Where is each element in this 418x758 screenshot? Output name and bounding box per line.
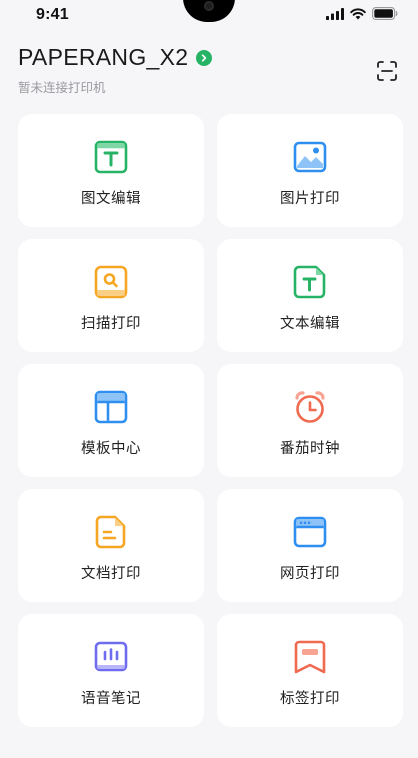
feature-label: 文档打印 — [81, 566, 141, 582]
status-time: 9:41 — [36, 6, 69, 23]
device-name[interactable]: PAPERANG_X2 — [18, 44, 188, 71]
feature-card-voice-note[interactable]: 语音笔记 — [18, 614, 204, 727]
scan-search-icon — [93, 264, 129, 300]
text-document-icon — [292, 264, 328, 300]
feature-label: 图片打印 — [280, 191, 340, 207]
voice-note-icon — [93, 639, 129, 675]
scan-button[interactable] — [374, 58, 400, 84]
feature-card-scan-print[interactable]: 扫描打印 — [18, 239, 204, 352]
cellular-signal-icon — [326, 5, 344, 24]
feature-grid: 图文编辑 图片打印 扫描打印 文本编辑 模板中心 番茄时钟 文档打印 网页打印 … — [18, 114, 404, 727]
feature-label: 扫描打印 — [81, 316, 141, 332]
feature-card-pomodoro-clock[interactable]: 番茄时钟 — [217, 364, 403, 477]
feature-card-label-print[interactable]: 标签打印 — [217, 614, 403, 727]
camera-icon — [204, 1, 214, 11]
battery-icon — [372, 5, 398, 24]
feature-card-webpage-print[interactable]: 网页打印 — [217, 489, 403, 602]
feature-label: 文本编辑 — [280, 316, 340, 332]
feature-label: 图文编辑 — [81, 191, 141, 207]
wifi-icon — [350, 5, 366, 24]
status-bar: 9:41 — [0, 0, 418, 34]
document-icon — [93, 514, 129, 550]
alarm-clock-icon — [292, 389, 328, 425]
feature-label: 标签打印 — [280, 691, 340, 707]
header: PAPERANG_X2 暂未连接打印机 — [18, 44, 402, 100]
feature-card-template-center[interactable]: 模板中心 — [18, 364, 204, 477]
feature-card-text-image-edit[interactable]: 图文编辑 — [18, 114, 204, 227]
label-tag-icon — [292, 639, 328, 675]
camera-notch — [183, 0, 235, 22]
text-image-icon — [93, 139, 129, 175]
chevron-right-icon[interactable] — [196, 49, 213, 66]
scan-icon — [377, 61, 397, 81]
status-icons — [326, 6, 398, 22]
feature-label: 模板中心 — [81, 441, 141, 457]
template-layout-icon — [93, 389, 129, 425]
feature-label: 语音笔记 — [81, 691, 141, 707]
feature-card-document-print[interactable]: 文档打印 — [18, 489, 204, 602]
connection-status: 暂未连接打印机 — [18, 80, 106, 95]
picture-icon — [292, 139, 328, 175]
feature-card-text-edit[interactable]: 文本编辑 — [217, 239, 403, 352]
feature-card-picture-print[interactable]: 图片打印 — [217, 114, 403, 227]
feature-label: 番茄时钟 — [280, 441, 340, 457]
feature-label: 网页打印 — [280, 566, 340, 582]
device-selector[interactable]: PAPERANG_X2 — [18, 44, 402, 71]
browser-window-icon — [292, 514, 328, 550]
